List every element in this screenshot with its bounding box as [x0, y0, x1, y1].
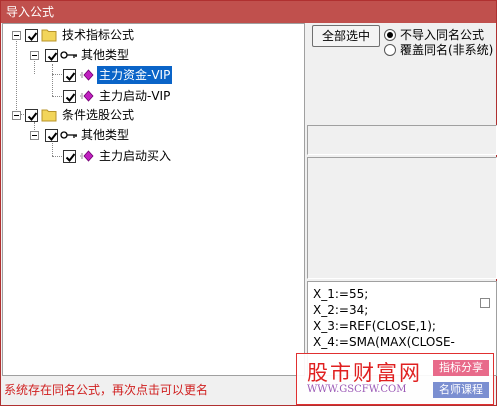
formula-icon	[80, 90, 94, 102]
tree-node-group[interactable]: 技术指标公式	[3, 26, 303, 44]
tree-item-formula[interactable]: 主力资金-VIP	[3, 66, 303, 84]
tree-item-formula[interactable]: 主力启动-VIP	[3, 87, 303, 105]
radio-no-import[interactable]	[384, 29, 396, 41]
subgroup-checkbox[interactable]	[45, 129, 58, 142]
title-bar: 导入公式	[1, 1, 496, 23]
description-area	[307, 157, 497, 279]
info-field	[307, 125, 497, 155]
window-title: 导入公式	[6, 5, 55, 19]
formula-label: 主力启动-VIP	[99, 89, 171, 103]
folder-icon	[41, 29, 57, 42]
collapse-toggle[interactable]	[12, 31, 21, 40]
folder-icon	[41, 109, 57, 122]
code-line: X_4:=SMA(MAX(CLOSE-	[313, 335, 455, 349]
tree-node-subgroup[interactable]: 其他类型	[3, 46, 303, 64]
tree-node-subgroup[interactable]: 其他类型	[3, 126, 303, 144]
check-icon	[47, 52, 58, 62]
tree-node-group[interactable]: 条件选股公式	[3, 106, 303, 124]
check-icon	[27, 32, 38, 42]
collapse-toggle[interactable]	[30, 131, 39, 140]
radio-overwrite[interactable]	[384, 44, 396, 56]
formula-icon	[80, 69, 94, 81]
watermark-url: WWW.GSCFW.COM	[307, 384, 407, 395]
import-formula-dialog: 导入公式 技术指标公式 其他类型 主力资金-VIP 主力启动-VIP 条件选股公…	[0, 0, 497, 406]
radio-no-import-label[interactable]: 不导入同名公式	[400, 28, 484, 42]
code-line: X_2:=34;	[313, 303, 369, 317]
group-checkbox[interactable]	[25, 109, 38, 122]
group-checkbox[interactable]	[25, 29, 38, 42]
group-label: 技术指标公式	[62, 28, 135, 42]
formula-label: 主力启动买入	[99, 149, 172, 163]
watermark-tag: 名师课程	[433, 382, 489, 398]
collapse-toggle[interactable]	[12, 111, 21, 120]
status-message: 系统存在同名公式，再次点击可以更名	[4, 383, 209, 397]
formula-tree[interactable]: 技术指标公式 其他类型 主力资金-VIP 主力启动-VIP 条件选股公式 其他类…	[2, 23, 305, 376]
key-icon	[60, 51, 77, 59]
code-line: X_1:=55;	[313, 287, 369, 301]
formula-label: 主力资金-VIP	[97, 66, 173, 84]
code-line: X_3:=REF(CLOSE,1);	[313, 319, 436, 333]
check-icon	[65, 72, 76, 82]
check-icon	[65, 93, 76, 103]
formula-checkbox[interactable]	[63, 69, 76, 82]
check-icon	[27, 112, 38, 122]
subgroup-label: 其他类型	[81, 128, 130, 142]
site-watermark: 股市财富网 WWW.GSCFW.COM 指标分享 名师课程	[296, 353, 494, 405]
formula-icon	[80, 150, 94, 162]
watermark-tag: 指标分享	[433, 360, 489, 376]
check-icon	[47, 132, 58, 142]
radio-overwrite-label[interactable]: 覆盖同名(非系统)	[400, 43, 493, 57]
collapse-toggle[interactable]	[30, 51, 39, 60]
group-label: 条件选股公式	[62, 108, 135, 122]
formula-checkbox[interactable]	[63, 90, 76, 103]
subgroup-checkbox[interactable]	[45, 49, 58, 62]
subgroup-label: 其他类型	[81, 48, 130, 62]
formula-checkbox[interactable]	[63, 150, 76, 163]
check-icon	[65, 153, 76, 163]
options-panel: 全部选中 不导入同名公式 覆盖同名(非系统) X_1:=55; X_2:=34;…	[306, 23, 497, 376]
tree-item-formula[interactable]: 主力启动买入	[3, 147, 303, 165]
watermark-title: 股市财富网	[307, 361, 422, 385]
key-icon	[60, 131, 77, 139]
select-all-button[interactable]: 全部选中	[312, 25, 380, 47]
preview-checkbox[interactable]	[480, 298, 490, 308]
